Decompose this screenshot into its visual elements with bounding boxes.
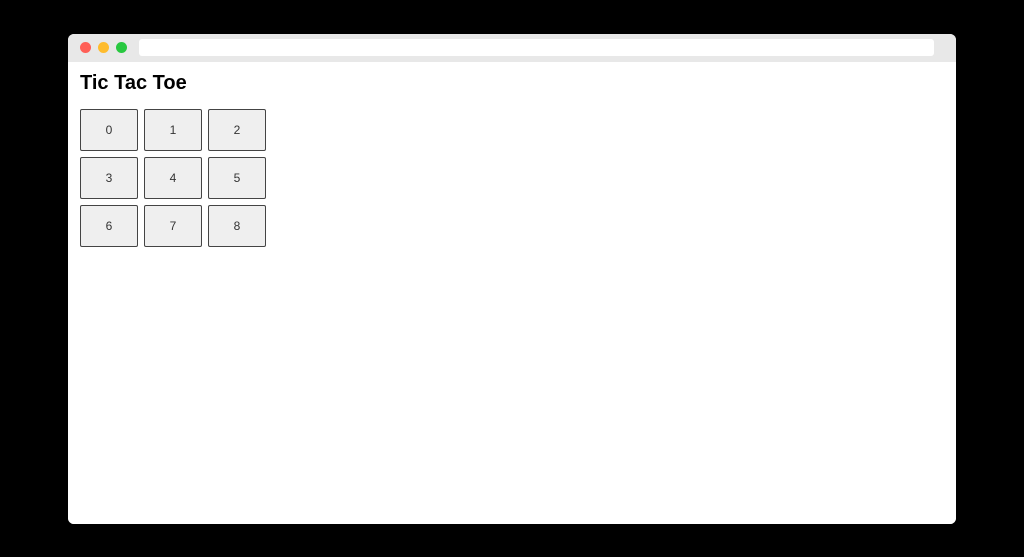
title-bar [68,34,956,62]
game-board: 0 1 2 3 4 5 6 7 8 [80,109,944,247]
address-bar[interactable] [139,39,934,56]
browser-window: Tic Tac Toe 0 1 2 3 4 5 6 7 8 [68,34,956,524]
maximize-icon[interactable] [116,42,127,53]
cell-5[interactable]: 5 [208,157,266,199]
cell-6[interactable]: 6 [80,205,138,247]
window-controls [80,42,127,53]
cell-2[interactable]: 2 [208,109,266,151]
cell-0[interactable]: 0 [80,109,138,151]
minimize-icon[interactable] [98,42,109,53]
page-title: Tic Tac Toe [80,72,944,95]
cell-4[interactable]: 4 [144,157,202,199]
cell-3[interactable]: 3 [80,157,138,199]
page-content: Tic Tac Toe 0 1 2 3 4 5 6 7 8 [68,62,956,524]
cell-7[interactable]: 7 [144,205,202,247]
cell-1[interactable]: 1 [144,109,202,151]
cell-8[interactable]: 8 [208,205,266,247]
close-icon[interactable] [80,42,91,53]
